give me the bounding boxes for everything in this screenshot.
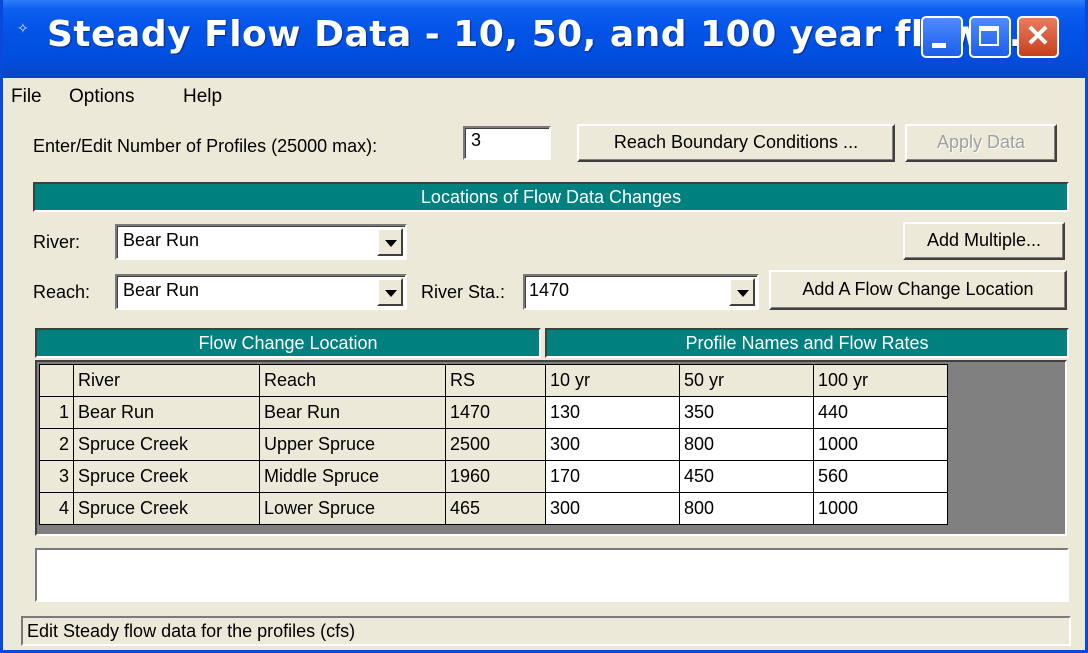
flow-change-location-header: Flow Change Location [35, 328, 541, 358]
cell-flow-100yr[interactable]: 560 [813, 460, 948, 493]
column-header-reach[interactable]: Reach [259, 364, 446, 397]
close-button[interactable]: ✕ [1017, 16, 1059, 58]
cell-flow-50yr[interactable]: 450 [679, 460, 814, 493]
cell-rs: 1960 [445, 460, 546, 493]
table-row: 1 Bear Run Bear Run 1470 130 350 440 [39, 396, 948, 429]
cell-flow-10yr[interactable]: 170 [545, 460, 680, 493]
river-sta-label: River Sta.: [421, 282, 506, 302]
menu-file[interactable]: File [11, 86, 42, 108]
chevron-down-icon[interactable] [729, 278, 755, 306]
cell-reach: Bear Run [259, 396, 446, 429]
column-header-10yr[interactable]: 10 yr [545, 364, 680, 397]
cell-flow-10yr[interactable]: 130 [545, 396, 680, 429]
menu-options[interactable]: Options [69, 86, 134, 108]
river-label: River: [33, 232, 81, 252]
column-header-50yr[interactable]: 50 yr [679, 364, 814, 397]
title-bar[interactable]: ✧ Steady Flow Data - 10, 50, and 100 yea… [3, 0, 1085, 78]
column-header-100yr[interactable]: 100 yr [813, 364, 948, 397]
profile-names-header: Profile Names and Flow Rates [545, 328, 1069, 358]
corner-cell[interactable] [39, 364, 74, 397]
window-title: Steady Flow Data - 10, 50, and 100 year … [47, 14, 1023, 55]
menu-help[interactable]: Help [183, 86, 222, 108]
close-icon: ✕ [1025, 20, 1051, 53]
cell-rs: 2500 [445, 428, 546, 461]
reach-label: Reach: [33, 282, 91, 302]
row-number[interactable]: 4 [39, 492, 74, 525]
cell-rs: 465 [445, 492, 546, 525]
minimize-button[interactable] [921, 16, 963, 58]
river-select[interactable]: Bear Run [115, 224, 407, 260]
chevron-down-icon[interactable] [377, 278, 403, 306]
row-number[interactable]: 1 [39, 396, 74, 429]
table-header-row: River Reach RS 10 yr 50 yr 100 yr [39, 364, 948, 397]
chevron-down-icon[interactable] [377, 228, 403, 256]
cell-flow-100yr[interactable]: 440 [813, 396, 948, 429]
reach-boundary-conditions-button[interactable]: Reach Boundary Conditions ... [577, 124, 895, 162]
add-multiple-button[interactable]: Add Multiple... [903, 222, 1065, 260]
steady-flow-window: ✧ Steady Flow Data - 10, 50, and 100 yea… [0, 0, 1088, 653]
flow-table: River Reach RS 10 yr 50 yr 100 yr 1 Bear… [39, 364, 948, 525]
reach-select-value: Bear Run [123, 280, 200, 300]
add-flow-change-location-button[interactable]: Add A Flow Change Location [769, 270, 1067, 310]
cell-flow-50yr[interactable]: 350 [679, 396, 814, 429]
river-station-value: 1470 [529, 280, 570, 300]
flow-data-grid: River Reach RS 10 yr 50 yr 100 yr 1 Bear… [35, 360, 1067, 536]
cell-flow-100yr[interactable]: 1000 [813, 428, 948, 461]
row-number[interactable]: 2 [39, 428, 74, 461]
message-box[interactable] [35, 548, 1069, 602]
reach-select[interactable]: Bear Run [115, 274, 407, 310]
cell-river: Spruce Creek [73, 492, 260, 525]
river-select-value: Bear Run [123, 230, 200, 250]
river-station-select[interactable]: 1470 [523, 274, 759, 310]
table-row: 4 Spruce Creek Lower Spruce 465 300 800 … [39, 492, 948, 525]
cell-river: Spruce Creek [73, 428, 260, 461]
table-row: 3 Spruce Creek Middle Spruce 1960 170 45… [39, 460, 948, 493]
profiles-label: Enter/Edit Number of Profiles (25000 max… [33, 136, 378, 156]
column-header-river[interactable]: River [73, 364, 260, 397]
profiles-count-input[interactable]: 3 [463, 126, 551, 160]
cell-rs: 1470 [445, 396, 546, 429]
menu-bar: File Options Help [3, 80, 1085, 112]
cell-river: Spruce Creek [73, 460, 260, 493]
status-bar: Edit Steady flow data for the profiles (… [21, 616, 1071, 646]
cell-reach: Middle Spruce [259, 460, 446, 493]
cell-flow-50yr[interactable]: 800 [679, 428, 814, 461]
cell-reach: Upper Spruce [259, 428, 446, 461]
column-header-rs[interactable]: RS [445, 364, 546, 397]
apply-data-button[interactable]: Apply Data [905, 124, 1057, 162]
app-icon[interactable]: ✧ [17, 20, 35, 38]
cell-flow-10yr[interactable]: 300 [545, 428, 680, 461]
locations-header: Locations of Flow Data Changes [33, 182, 1069, 212]
cell-reach: Lower Spruce [259, 492, 446, 525]
cell-flow-50yr[interactable]: 800 [679, 492, 814, 525]
cell-flow-100yr[interactable]: 1000 [813, 492, 948, 525]
cell-river: Bear Run [73, 396, 260, 429]
cell-flow-10yr[interactable]: 300 [545, 492, 680, 525]
table-row: 2 Spruce Creek Upper Spruce 2500 300 800… [39, 428, 948, 461]
row-number[interactable]: 3 [39, 460, 74, 493]
maximize-button[interactable] [969, 16, 1011, 58]
